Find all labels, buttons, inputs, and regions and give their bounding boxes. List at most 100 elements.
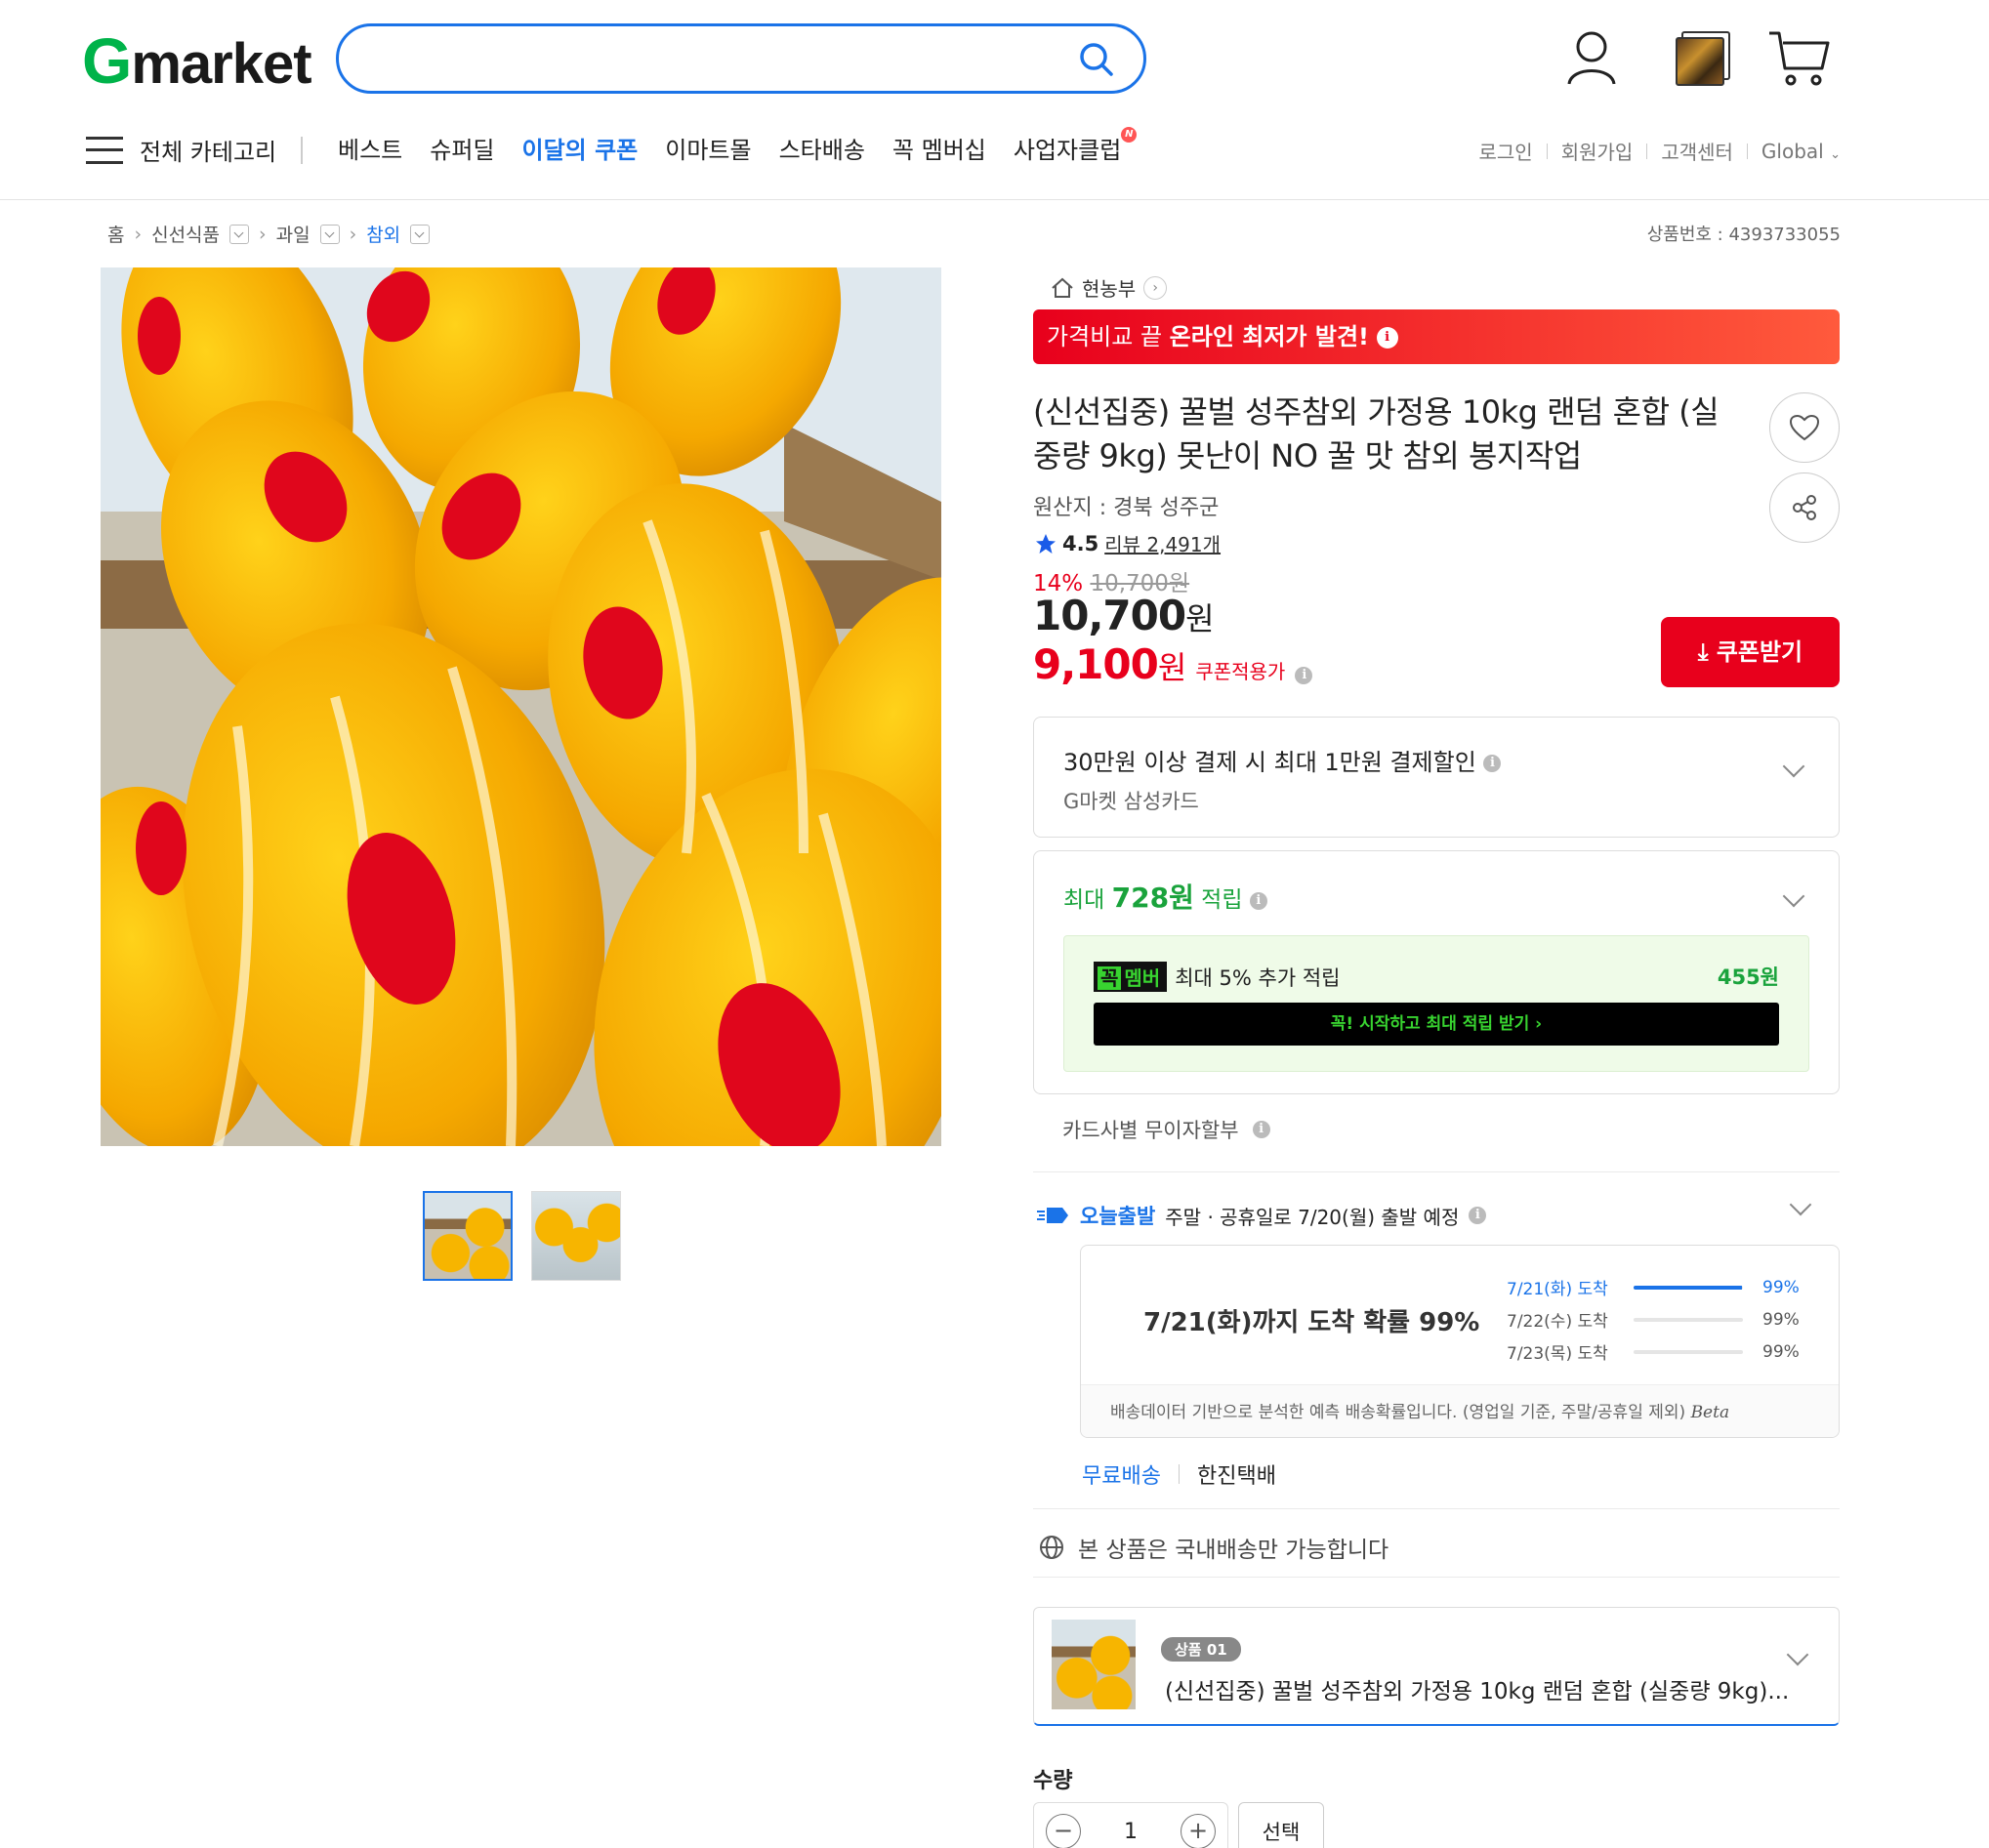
dropdown-icon[interactable]: [319, 224, 340, 244]
delivery-row: 7/21(화) 도착 99%: [1507, 1277, 1800, 1300]
gmarket-logo[interactable]: Gmarket: [82, 28, 312, 96]
get-coupon-button[interactable]: ⤓ 쿠폰받기: [1661, 617, 1840, 687]
main-nav: 베스트 슈퍼딜 이달의 쿠폰 이마트몰 스타배송 꼭 멤버십 사업자클럽 N: [338, 127, 1138, 165]
courier-label: 한진택배: [1196, 1464, 1276, 1489]
delivery-probability-panel: 7/21(화)까지 도착 확률 99% 7/21(화) 도착 99% 7/22(수…: [1080, 1245, 1840, 1438]
thumbnail-2[interactable]: [531, 1191, 621, 1281]
store-link[interactable]: 현농부 ›: [1051, 273, 1168, 302]
breadcrumb-fruit[interactable]: 과일: [276, 221, 311, 247]
product-title: (신선집중) 꿀벌 성주참외 가정용 10kg 랜덤 혼합 (실중량 9kg) …: [1033, 393, 1720, 474]
divider: [1033, 1171, 1840, 1172]
ship-schedule: 주말 · 공휴일로 7/20(월) 출발 예정: [1165, 1205, 1460, 1229]
nav-monthly-coupon[interactable]: 이달의 쿠폰: [522, 131, 639, 165]
nav-business-club[interactable]: 사업자클럽 N: [1014, 127, 1138, 165]
plus-button[interactable]: +: [1181, 1814, 1216, 1848]
fast-delivery-icon: [1037, 1208, 1068, 1223]
info-icon[interactable]: i: [1376, 327, 1398, 349]
membership-cta-button[interactable]: 꼭! 시작하고 최대 적립 받기 ›: [1094, 1003, 1779, 1046]
search-bar[interactable]: [336, 23, 1146, 94]
breadcrumb-home[interactable]: 홈: [107, 221, 124, 247]
divider: [1033, 1577, 1840, 1578]
chevron-down-icon[interactable]: [1786, 1643, 1809, 1666]
review-count-link[interactable]: 리뷰 2,491개: [1104, 529, 1221, 557]
quantity-value[interactable]: 1: [1124, 1820, 1138, 1844]
rating-score: 4.5: [1062, 531, 1099, 555]
nav-superdeal[interactable]: 슈퍼딜: [430, 131, 494, 165]
recent-item-icon[interactable]: [1676, 31, 1730, 86]
store-name: 현농부: [1082, 277, 1137, 301]
breadcrumb-fresh[interactable]: 신선식품: [151, 221, 220, 247]
installment-row[interactable]: 카드사별 무이자할부 i: [1062, 1115, 1270, 1144]
card-discount-sub: G마켓 삼성카드: [1063, 790, 1199, 813]
dropdown-icon[interactable]: [410, 224, 431, 244]
global-dropdown[interactable]: Global ⌄: [1761, 140, 1841, 163]
all-categories-link[interactable]: 전체 카테고리: [140, 133, 276, 167]
lowest-price-banner[interactable]: 가격비교 끝 온라인 최저가 발견! i: [1033, 309, 1840, 364]
minus-button[interactable]: −: [1046, 1814, 1081, 1848]
chevron-down-icon[interactable]: [1782, 884, 1805, 908]
delivery-row: 7/23(목) 도착 99%: [1507, 1341, 1800, 1365]
option-name: (신선집중) 꿀벌 성주참외 가정용 10kg 랜덤 혼합 (실중량 9kg).…: [1165, 1679, 1790, 1704]
today-ship-label: 오늘출발: [1080, 1205, 1156, 1228]
membership-box: 꼭 멤버 최대 5% 추가 적립 455원 꼭! 시작하고 최대 적립 받기 ›: [1063, 935, 1809, 1072]
share-button[interactable]: [1769, 472, 1840, 543]
points-panel[interactable]: 최대 728원 적립 i 꼭 멤버 최대 5% 추가 적립 455원 꼭! 시작하고…: [1033, 850, 1840, 1094]
chevron-right-icon: ›: [349, 223, 357, 245]
product-main-image[interactable]: [101, 267, 941, 1146]
signup-link[interactable]: 회원가입: [1561, 137, 1634, 165]
info-icon[interactable]: i: [1295, 667, 1313, 684]
points-title: 최대 728원 적립 i: [1063, 877, 1267, 916]
new-badge: N: [1121, 127, 1138, 143]
select-button[interactable]: 선택: [1238, 1802, 1324, 1848]
nav-emart[interactable]: 이마트몰: [665, 131, 751, 165]
option-select[interactable]: 상품 01 (신선집중) 꿀벌 성주참외 가정용 10kg 랜덤 혼합 (실중량…: [1033, 1607, 1840, 1726]
delivery-note: 배송데이터 기반으로 분석한 예측 배송확률입니다. (영업일 기준, 주말/공…: [1081, 1384, 1839, 1437]
header-divider: [0, 199, 1989, 200]
search-input[interactable]: [368, 42, 1052, 75]
nav-star-delivery[interactable]: 스타배송: [779, 131, 865, 165]
menu-icon[interactable]: [86, 137, 123, 164]
coupon-price-label: 쿠폰적용가: [1195, 660, 1286, 683]
shipping-method: 무료배송 한진택배: [1082, 1458, 1276, 1490]
customer-center-link[interactable]: 고객센터: [1661, 137, 1733, 165]
thumbnail-1[interactable]: [423, 1191, 513, 1281]
product-number: 상품번호 : 4393733055: [1646, 225, 1841, 245]
delivery-rows: 7/21(화) 도착 99% 7/22(수) 도착 99% 7/23(목) 도착 99…: [1507, 1271, 1800, 1368]
nav-membership[interactable]: 꼭 멤버십: [892, 131, 986, 165]
chevron-down-icon[interactable]: [1782, 755, 1805, 778]
info-icon[interactable]: i: [1469, 1207, 1487, 1224]
cart-icon[interactable]: [1767, 29, 1832, 88]
shipping-row[interactable]: 오늘출발 주말 · 공휴일로 7/20(월) 출발 예정 i: [1037, 1201, 1487, 1230]
chevron-down-icon: ⌄: [1830, 146, 1841, 162]
dropdown-icon[interactable]: [229, 224, 250, 244]
chevron-right-icon: ›: [134, 223, 143, 245]
home-icon: [1052, 277, 1073, 298]
divider: [1033, 1508, 1840, 1509]
option-thumbnail: [1052, 1620, 1136, 1709]
membership-points: 455원: [1717, 965, 1779, 989]
product-page: Gmarket 전체 카테고리 베스트 슈퍼딜 이달의 쿠폰 이마트몰 스타배송…: [0, 0, 1989, 1848]
quantity-label: 수량: [1033, 1769, 1073, 1793]
download-icon: ⤓: [1697, 638, 1709, 666]
info-icon[interactable]: i: [1249, 891, 1267, 910]
user-icon[interactable]: [1566, 29, 1617, 86]
membership-badge: 꼭 멤버: [1094, 962, 1168, 992]
card-discount-panel[interactable]: 30만원 이상 결제 시 최대 1만원 결제할인 i G마켓 삼성카드: [1033, 717, 1840, 838]
info-icon[interactable]: i: [1483, 755, 1502, 772]
delivery-row: 7/22(수) 도착 99%: [1507, 1309, 1800, 1333]
wishlist-button[interactable]: [1769, 392, 1840, 463]
free-shipping-label: 무료배송: [1082, 1464, 1161, 1489]
utility-links: 로그인 회원가입 고객센터 Global ⌄: [1479, 137, 1842, 165]
coupon-price: 9,100원 쿠폰적용가 i: [1033, 640, 1313, 688]
search-icon[interactable]: [1077, 40, 1116, 79]
quantity-stepper[interactable]: − 1 +: [1033, 1802, 1228, 1848]
option-tag: 상품 01: [1161, 1637, 1241, 1662]
delivery-headline: 7/21(화)까지 도착 확률 99%: [1143, 1308, 1480, 1337]
chevron-right-icon: ›: [259, 223, 267, 245]
chevron-down-icon[interactable]: [1789, 1193, 1812, 1216]
nav-best[interactable]: 베스트: [338, 131, 402, 165]
login-link[interactable]: 로그인: [1479, 137, 1533, 165]
info-icon[interactable]: i: [1252, 1121, 1270, 1138]
breadcrumb-melon[interactable]: 참외: [366, 221, 400, 247]
chevron-right-icon: ›: [1143, 275, 1168, 300]
